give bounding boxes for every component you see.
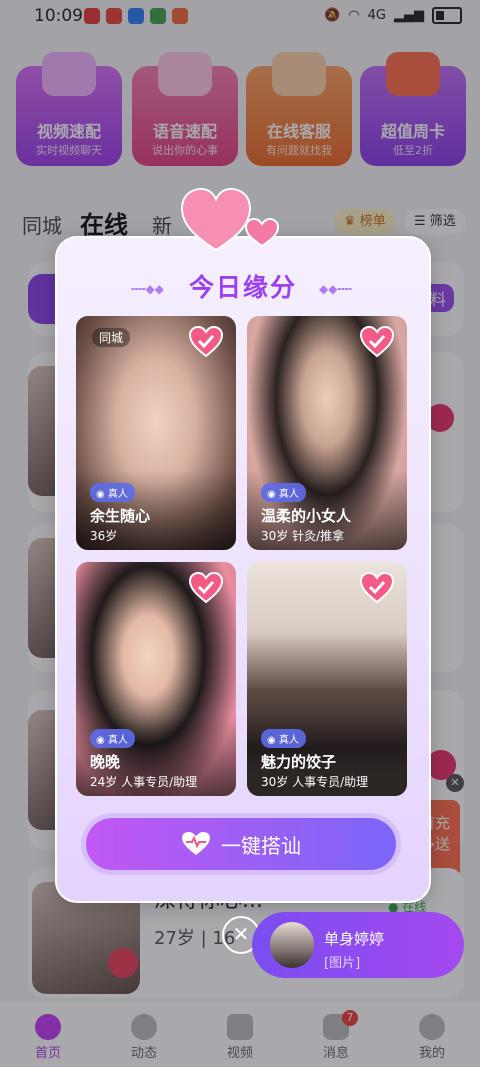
verified-badge: ◉ 真人	[90, 483, 135, 502]
profile-name: 温柔的小女人	[261, 507, 352, 525]
chat-avatar	[270, 922, 314, 968]
location-tag: 同城	[92, 328, 131, 347]
heart-check-icon[interactable]	[359, 326, 395, 358]
verified-badge: ◉ 真人	[90, 729, 135, 748]
heart-check-icon[interactable]	[188, 572, 224, 604]
floating-chat-notification[interactable]: 单身婷婷 [图片]	[252, 912, 464, 978]
chat-message: [图片]	[324, 956, 361, 971]
verified-label: 真人	[107, 489, 128, 500]
profile-info: 36岁	[90, 529, 118, 543]
hearts-decoration-icon	[180, 187, 280, 252]
title-decoration: ◆◆╍╍	[319, 282, 352, 296]
verified-badge: ◉ 真人	[261, 483, 306, 502]
quick-greet-button[interactable]: 一键搭讪	[86, 818, 396, 870]
profile-card[interactable]: ◉ 真人 魅力的饺子 30岁 人事专员/助理	[247, 562, 407, 796]
profile-card[interactable]: ◉ 真人 晚晚 24岁 人事专员/助理	[76, 562, 236, 796]
verified-label: 真人	[107, 735, 128, 746]
profile-name: 余生随心	[90, 507, 151, 525]
profile-card[interactable]: 同城 ◉ 真人 余生随心 36岁	[76, 316, 236, 550]
quick-greet-label: 一键搭讪	[221, 833, 301, 858]
heart-check-icon[interactable]	[359, 572, 395, 604]
heart-check-icon[interactable]	[188, 326, 224, 358]
chat-sender: 单身婷婷	[324, 930, 385, 948]
heart-pulse-icon	[182, 832, 210, 855]
modal-title: 今日缘分	[188, 273, 297, 302]
profile-info: 24岁 人事专员/助理	[90, 775, 198, 789]
verified-badge: ◉ 真人	[261, 729, 306, 748]
profile-info: 30岁 针灸/推拿	[261, 529, 345, 543]
daily-match-modal: ╍╍◆◆ 今日缘分 ◆◆╍╍ 同城 ◉ 真人 余生随心 36岁 ◉ 真人 温柔的…	[55, 236, 431, 903]
profile-name: 晚晚	[90, 753, 121, 771]
profile-info: 30岁 人事专员/助理	[261, 775, 369, 789]
verified-label: 真人	[278, 489, 299, 500]
verified-label: 真人	[278, 735, 299, 746]
profile-name: 魅力的饺子	[261, 753, 337, 771]
profile-card[interactable]: ◉ 真人 温柔的小女人 30岁 针灸/推拿	[247, 316, 407, 550]
